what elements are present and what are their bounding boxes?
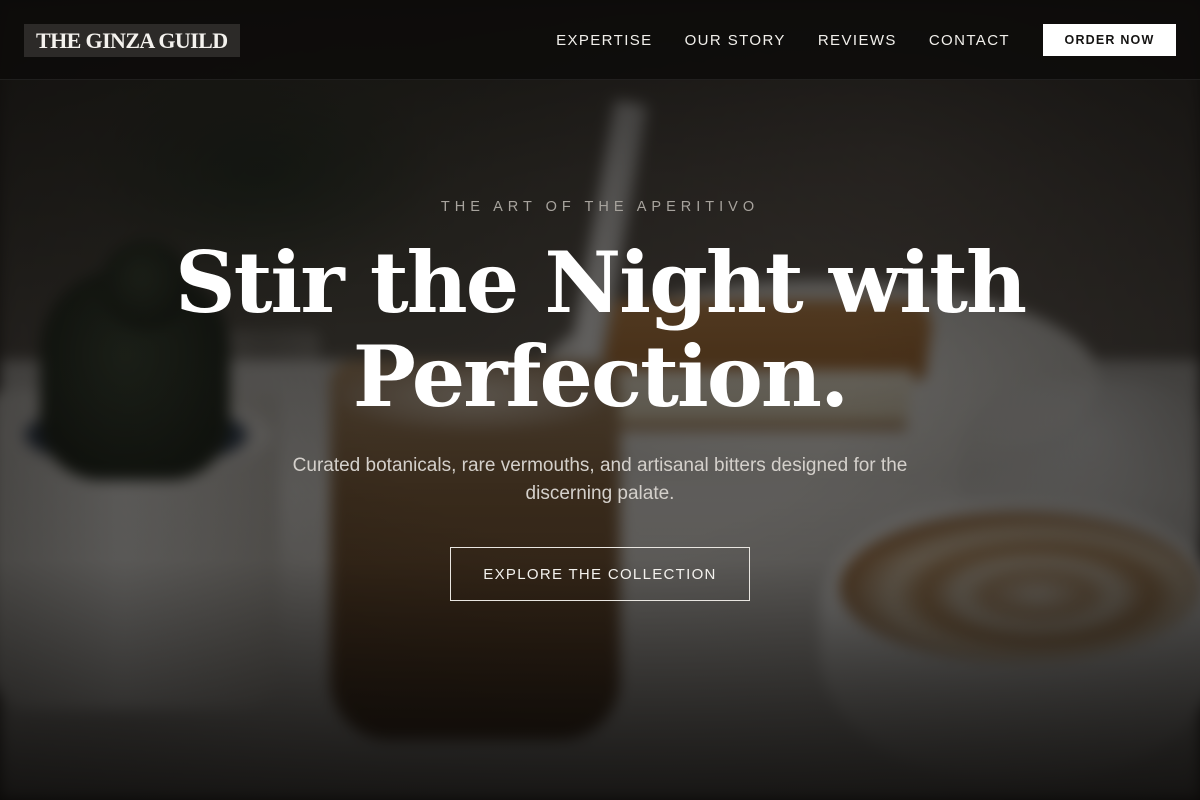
hero-content: THE ART OF THE APERITIVO Stir the Night …: [0, 0, 1200, 800]
hero-eyebrow: THE ART OF THE APERITIVO: [440, 199, 760, 215]
hero-section: THE GINZA GUILD EXPERTISE OUR STORY REVI…: [0, 0, 1200, 800]
hero-subtitle: Curated botanicals, rare vermouths, and …: [292, 455, 908, 504]
nav-link-reviews[interactable]: REVIEWS: [818, 32, 897, 49]
nav-link-our-story[interactable]: OUR STORY: [685, 32, 786, 49]
explore-collection-button[interactable]: EXPLORE THE COLLECTION: [450, 547, 750, 601]
nav-links: EXPERTISE OUR STORY REVIEWS CONTACT: [556, 0, 1010, 80]
hero-headline: Stir the Night with Perfection.: [174, 233, 1027, 426]
brand-logo[interactable]: THE GINZA GUILD: [24, 24, 240, 57]
nav-link-expertise[interactable]: EXPERTISE: [556, 32, 653, 49]
top-navbar: THE GINZA GUILD EXPERTISE OUR STORY REVI…: [0, 0, 1200, 80]
nav-link-contact[interactable]: CONTACT: [929, 32, 1010, 49]
order-now-button[interactable]: ORDER NOW: [1043, 24, 1176, 56]
